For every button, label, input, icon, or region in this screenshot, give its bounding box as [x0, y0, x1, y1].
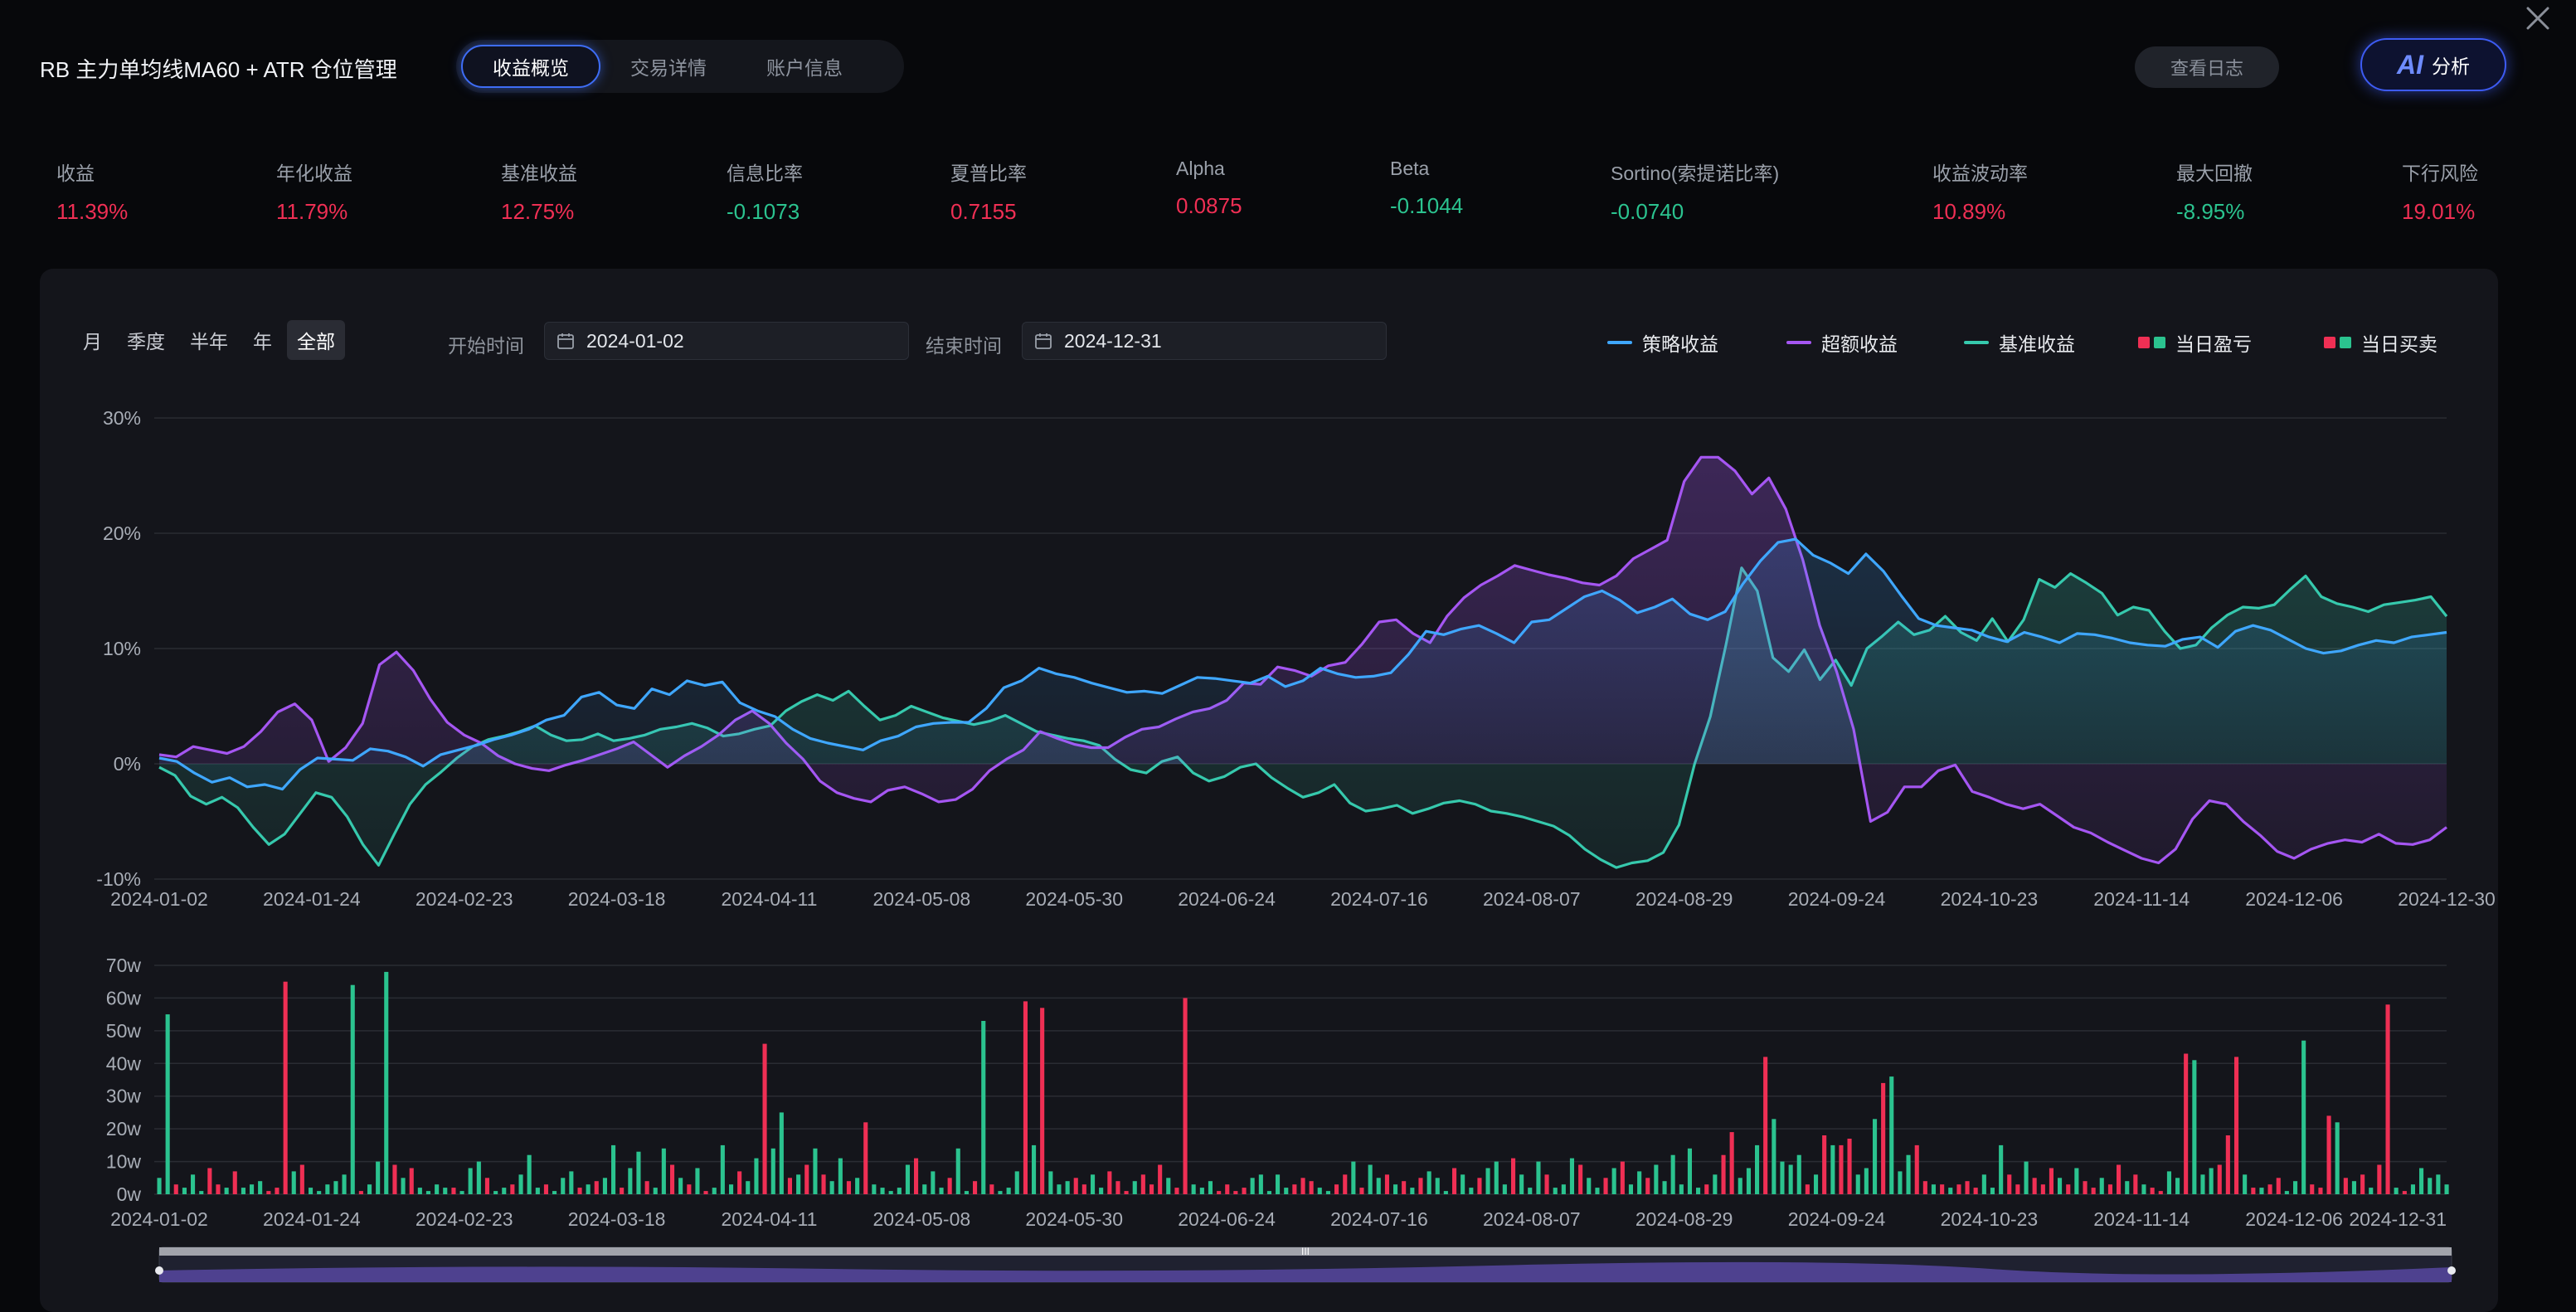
metric-value: 10.89%: [1932, 199, 2006, 224]
metric-value: -0.0740: [1611, 199, 1684, 224]
metric-label: 收益波动率: [1932, 163, 2028, 184]
close-icon[interactable]: [2521, 2, 2554, 35]
period-half-year[interactable]: 半年: [180, 320, 238, 360]
metric-label: Sortino(索提诺比率): [1611, 163, 1780, 184]
tab-bar: 收益概览 交易详情 账户信息: [456, 40, 904, 93]
legend-strategy[interactable]: 策略收益: [1607, 328, 1718, 357]
period-selector: 月 季度 半年 年 全部: [73, 320, 345, 360]
metric-return: 收益 11.39%: [56, 158, 128, 225]
metric-label: 最大回撤: [2176, 163, 2253, 184]
calendar-icon: [1035, 333, 1052, 349]
metric-sharpe: 夏普比率 0.7155: [950, 158, 1027, 225]
period-year[interactable]: 年: [243, 320, 282, 360]
tab-overview[interactable]: 收益概览: [461, 45, 600, 88]
tab-account-info[interactable]: 账户信息: [736, 45, 872, 88]
metric-information-ratio: 信息比率 -0.1073: [727, 158, 803, 225]
metric-label: Beta: [1390, 158, 1430, 179]
legend-label: 当日买卖: [2361, 333, 2437, 355]
metric-value: 19.01%: [2402, 199, 2476, 224]
legend-label: 超额收益: [1821, 333, 1898, 355]
metric-value: -0.1073: [727, 199, 800, 224]
legend-box-icon: [2324, 337, 2351, 348]
metric-label: 信息比率: [727, 163, 803, 184]
calendar-icon: [557, 333, 574, 349]
legend-benchmark[interactable]: 基准收益: [1964, 328, 2075, 357]
metric-sortino: Sortino(索提诺比率) -0.0740: [1611, 158, 1779, 225]
start-date-label: 开始时间: [448, 335, 524, 357]
legend-label: 当日盈亏: [2175, 333, 2252, 355]
metric-alpha: Alpha 0.0875: [1176, 158, 1242, 219]
strategy-title: RB 主力单均线MA60 + ATR 仓位管理: [40, 57, 397, 82]
metric-label: Alpha: [1176, 158, 1225, 179]
metrics-row: 收益 11.39% 年化收益 11.79% 基准收益 12.75% 信息比率 -…: [0, 149, 2576, 232]
metric-annual-return: 年化收益 11.79%: [276, 158, 352, 225]
legend-excess[interactable]: 超额收益: [1786, 328, 1898, 357]
metric-label: 基准收益: [501, 163, 577, 184]
metric-value: -8.95%: [2176, 199, 2245, 224]
start-date-value: 2024-01-02: [586, 329, 684, 352]
metric-label: 年化收益: [276, 163, 352, 184]
legend-line-icon: [1607, 341, 1632, 344]
metric-downside-risk: 下行风险 19.01%: [2402, 158, 2478, 225]
metric-value: 0.0875: [1176, 193, 1242, 218]
legend-daily-pnl[interactable]: 当日盈亏: [2138, 328, 2252, 357]
period-month[interactable]: 月: [73, 320, 112, 360]
metric-value: 11.39%: [56, 199, 129, 224]
metric-benchmark-return: 基准收益 12.75%: [501, 158, 577, 225]
legend-label: 策略收益: [1642, 333, 1718, 355]
end-date-input[interactable]: 2024-12-31: [1022, 322, 1387, 360]
start-date-input[interactable]: 2024-01-02: [544, 322, 909, 360]
metric-value: 11.79%: [276, 199, 348, 224]
metric-max-drawdown: 最大回撤 -8.95%: [2176, 158, 2253, 225]
legend-daily-trade[interactable]: 当日买卖: [2324, 328, 2437, 357]
ai-analysis-label: 分析: [2432, 56, 2470, 77]
period-quarter[interactable]: 季度: [117, 320, 175, 360]
metric-value: -0.1044: [1390, 193, 1464, 218]
metric-beta: Beta -0.1044: [1390, 158, 1463, 219]
chart-panel: 月 季度 半年 年 全部 开始时间 2024-01-02 结束时间 2024-1…: [40, 269, 2498, 1312]
backtest-dialog: RB 主力单均线MA60 + ATR 仓位管理 收益概览 交易详情 账户信息 查…: [0, 0, 2576, 1312]
dialog-header: RB 主力单均线MA60 + ATR 仓位管理 收益概览 交易详情 账户信息 查…: [0, 0, 2576, 141]
metric-label: 收益: [56, 163, 95, 184]
legend-box-icon: [2138, 337, 2165, 348]
metric-value: 12.75%: [501, 199, 575, 224]
end-date-label: 结束时间: [926, 335, 1002, 357]
ai-analysis-button[interactable]: AI 分析: [2360, 38, 2506, 91]
metric-label: 下行风险: [2402, 163, 2478, 184]
period-all[interactable]: 全部: [287, 320, 345, 360]
legend-label: 基准收益: [1999, 333, 2075, 355]
metric-value: 0.7155: [950, 199, 1017, 224]
tab-trade-details[interactable]: 交易详情: [600, 45, 736, 88]
metric-volatility: 收益波动率 10.89%: [1932, 158, 2028, 225]
legend-line-icon: [1964, 341, 1989, 344]
metric-label: 夏普比率: [950, 163, 1027, 184]
legend-line-icon: [1786, 341, 1811, 344]
view-log-button[interactable]: 查看日志: [2135, 46, 2279, 88]
end-date-value: 2024-12-31: [1064, 329, 1162, 352]
ai-icon: AI: [2397, 49, 2423, 80]
